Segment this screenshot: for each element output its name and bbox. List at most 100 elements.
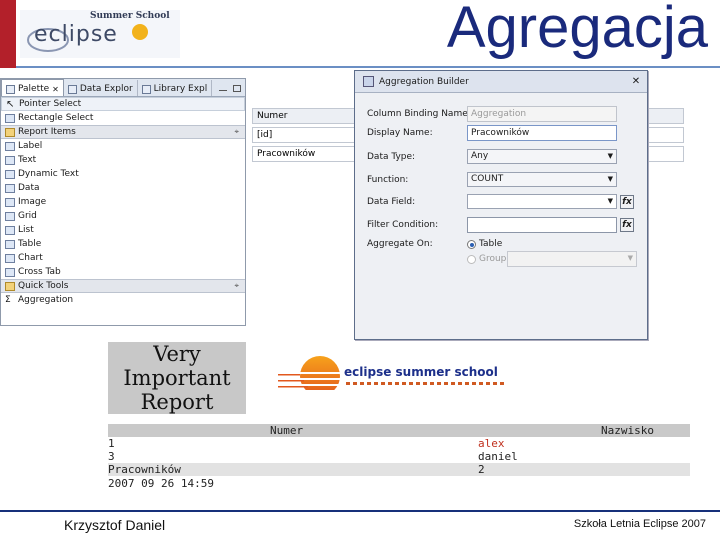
- marquee-icon: [5, 113, 15, 123]
- column-binding-name-field: Aggregation: [467, 106, 617, 122]
- table-header-row: Numer Nazwisko: [108, 424, 690, 437]
- palette-tabbar: Palette ✕ Data Explor Library Expl: [1, 79, 245, 97]
- data-field-select[interactable]: ▼: [467, 194, 617, 209]
- sigma-icon: Σ: [5, 294, 11, 305]
- sunset-logo-icon: [276, 356, 346, 394]
- palette-item[interactable]: Σ Aggregation: [1, 293, 245, 307]
- banner-line: Important: [123, 366, 231, 390]
- folder-icon: [5, 281, 15, 291]
- minimize-icon[interactable]: [219, 89, 227, 92]
- report-output-table: Numer Nazwisko 1 alex 3 daniel Pracownik…: [108, 424, 690, 476]
- header-numer: Numer: [270, 424, 304, 437]
- palette-item-label: Image: [18, 197, 47, 207]
- palette-item[interactable]: ↖ Pointer Select: [1, 97, 245, 111]
- palette-item-label: Grid: [18, 211, 37, 221]
- footer-author: Krzysztof Daniel: [64, 517, 166, 533]
- list-icon: [5, 225, 15, 235]
- radio-selected-icon: [467, 239, 476, 249]
- tab-palette[interactable]: Palette ✕: [1, 79, 64, 96]
- palette-item-label: Quick Tools: [18, 281, 69, 291]
- footer-divider: [0, 510, 720, 512]
- tab-label: Library Expl: [153, 84, 208, 94]
- palette-item[interactable]: Image: [1, 195, 245, 209]
- palette-item[interactable]: Rectangle Select: [1, 111, 245, 125]
- cell-nazwisko: alex: [478, 437, 505, 450]
- palette-item[interactable]: Label: [1, 139, 245, 153]
- chevron-down-icon: ▼: [627, 254, 633, 262]
- table-cell[interactable]: Numer: [253, 109, 357, 123]
- palette-item[interactable]: Text: [1, 153, 245, 167]
- close-icon[interactable]: ✕: [52, 85, 59, 94]
- data-explorer-icon: [67, 84, 77, 94]
- tab-label: Palette: [18, 84, 50, 94]
- aggregate-on-row: Aggregate On: Table: [367, 239, 502, 249]
- report-logo-text: eclipse summer school: [344, 365, 498, 379]
- palette-item-label: Table: [18, 239, 42, 249]
- data-field-label: Data Field:: [367, 196, 416, 207]
- dialog-icon: [363, 76, 374, 87]
- column-binding-name-label: Column Binding Name:: [367, 109, 471, 119]
- palette-item[interactable]: Chart: [1, 251, 245, 265]
- palette-item[interactable]: List: [1, 223, 245, 237]
- data-type-select[interactable]: Any ▼: [467, 149, 617, 164]
- function-select[interactable]: COUNT ▼: [467, 172, 617, 187]
- palette-item[interactable]: Cross Tab: [1, 265, 245, 279]
- data-type-value: Any: [471, 151, 489, 161]
- table-cell[interactable]: [id]: [253, 128, 357, 142]
- banner-line: Report: [140, 390, 214, 414]
- label-icon: [5, 141, 15, 151]
- library-icon: [141, 84, 151, 94]
- table-icon: [5, 239, 15, 249]
- aggregate-row: Pracowników 2: [108, 463, 690, 476]
- palette-item-label: Rectangle Select: [18, 113, 94, 123]
- filter-condition-field[interactable]: [467, 217, 617, 233]
- aggregate-on-label: Aggregate On:: [367, 239, 433, 249]
- data-field-row: Data Field: ▼ fx: [367, 194, 634, 209]
- palette-item[interactable]: Grid: [1, 209, 245, 223]
- palette-item-label: Report Items: [18, 127, 76, 137]
- aggregate-on-table-radio[interactable]: Table: [467, 239, 502, 249]
- expression-builder-button[interactable]: fx: [620, 218, 634, 232]
- expression-builder-button[interactable]: fx: [620, 194, 634, 209]
- header-accent-bar: [0, 0, 16, 68]
- close-icon[interactable]: ✕: [629, 76, 643, 88]
- aggregate-value: 2: [478, 463, 485, 476]
- function-label: Function:: [367, 174, 409, 185]
- palette-item[interactable]: Table: [1, 237, 245, 251]
- palette-item[interactable]: Dynamic Text: [1, 167, 245, 181]
- radio-unselected-icon: [467, 254, 476, 264]
- pointer-icon: ↖: [6, 98, 15, 110]
- dynamic-text-icon: [5, 169, 15, 179]
- table-row: 3 daniel: [108, 450, 690, 463]
- footer-event: Szkoła Letnia Eclipse 2007: [573, 518, 706, 530]
- header-divider: [16, 66, 720, 68]
- display-name-label: Display Name:: [367, 128, 433, 138]
- pin-icon[interactable]: ⌖: [234, 125, 239, 139]
- palette-category[interactable]: Quick Tools ⌖: [1, 279, 245, 293]
- aggregate-on-group-radio: Group: [467, 254, 507, 264]
- slide-title: Agregacja: [446, 0, 708, 60]
- palette-item[interactable]: Data: [1, 181, 245, 195]
- palette-category[interactable]: Report Items ⌖: [1, 125, 245, 139]
- display-name-field[interactable]: Pracowników: [467, 125, 617, 141]
- palette-icon: [6, 84, 15, 94]
- pin-icon[interactable]: ⌖: [234, 279, 239, 293]
- table-cell[interactable]: Pracowników: [253, 147, 357, 161]
- report-logo-tagline: [346, 382, 506, 385]
- group-select: ▼: [507, 251, 637, 267]
- tab-data-explorer[interactable]: Data Explor: [64, 80, 138, 96]
- dialog-title: Aggregation Builder: [379, 76, 469, 87]
- display-name-row: Display Name: Pracowników: [367, 125, 617, 141]
- text-icon: [5, 155, 15, 165]
- tab-library-explorer[interactable]: Library Expl: [138, 80, 213, 96]
- cell-numer: 1: [108, 437, 115, 450]
- very-important-report-banner: Very Important Report: [108, 342, 246, 414]
- maximize-icon[interactable]: [233, 84, 241, 92]
- cell-nazwisko: daniel: [478, 450, 518, 463]
- function-row: Function: COUNT ▼: [367, 172, 617, 187]
- aggregation-builder-dialog: Aggregation Builder ✕ Column Binding Nam…: [354, 70, 648, 340]
- report-timestamp: 2007 09 26 14:59: [108, 477, 214, 490]
- palette-item-label: Aggregation: [18, 295, 74, 305]
- eclipse-summer-school-logo: eclipse Summer School: [20, 6, 180, 62]
- dialog-titlebar[interactable]: Aggregation Builder ✕: [355, 71, 647, 93]
